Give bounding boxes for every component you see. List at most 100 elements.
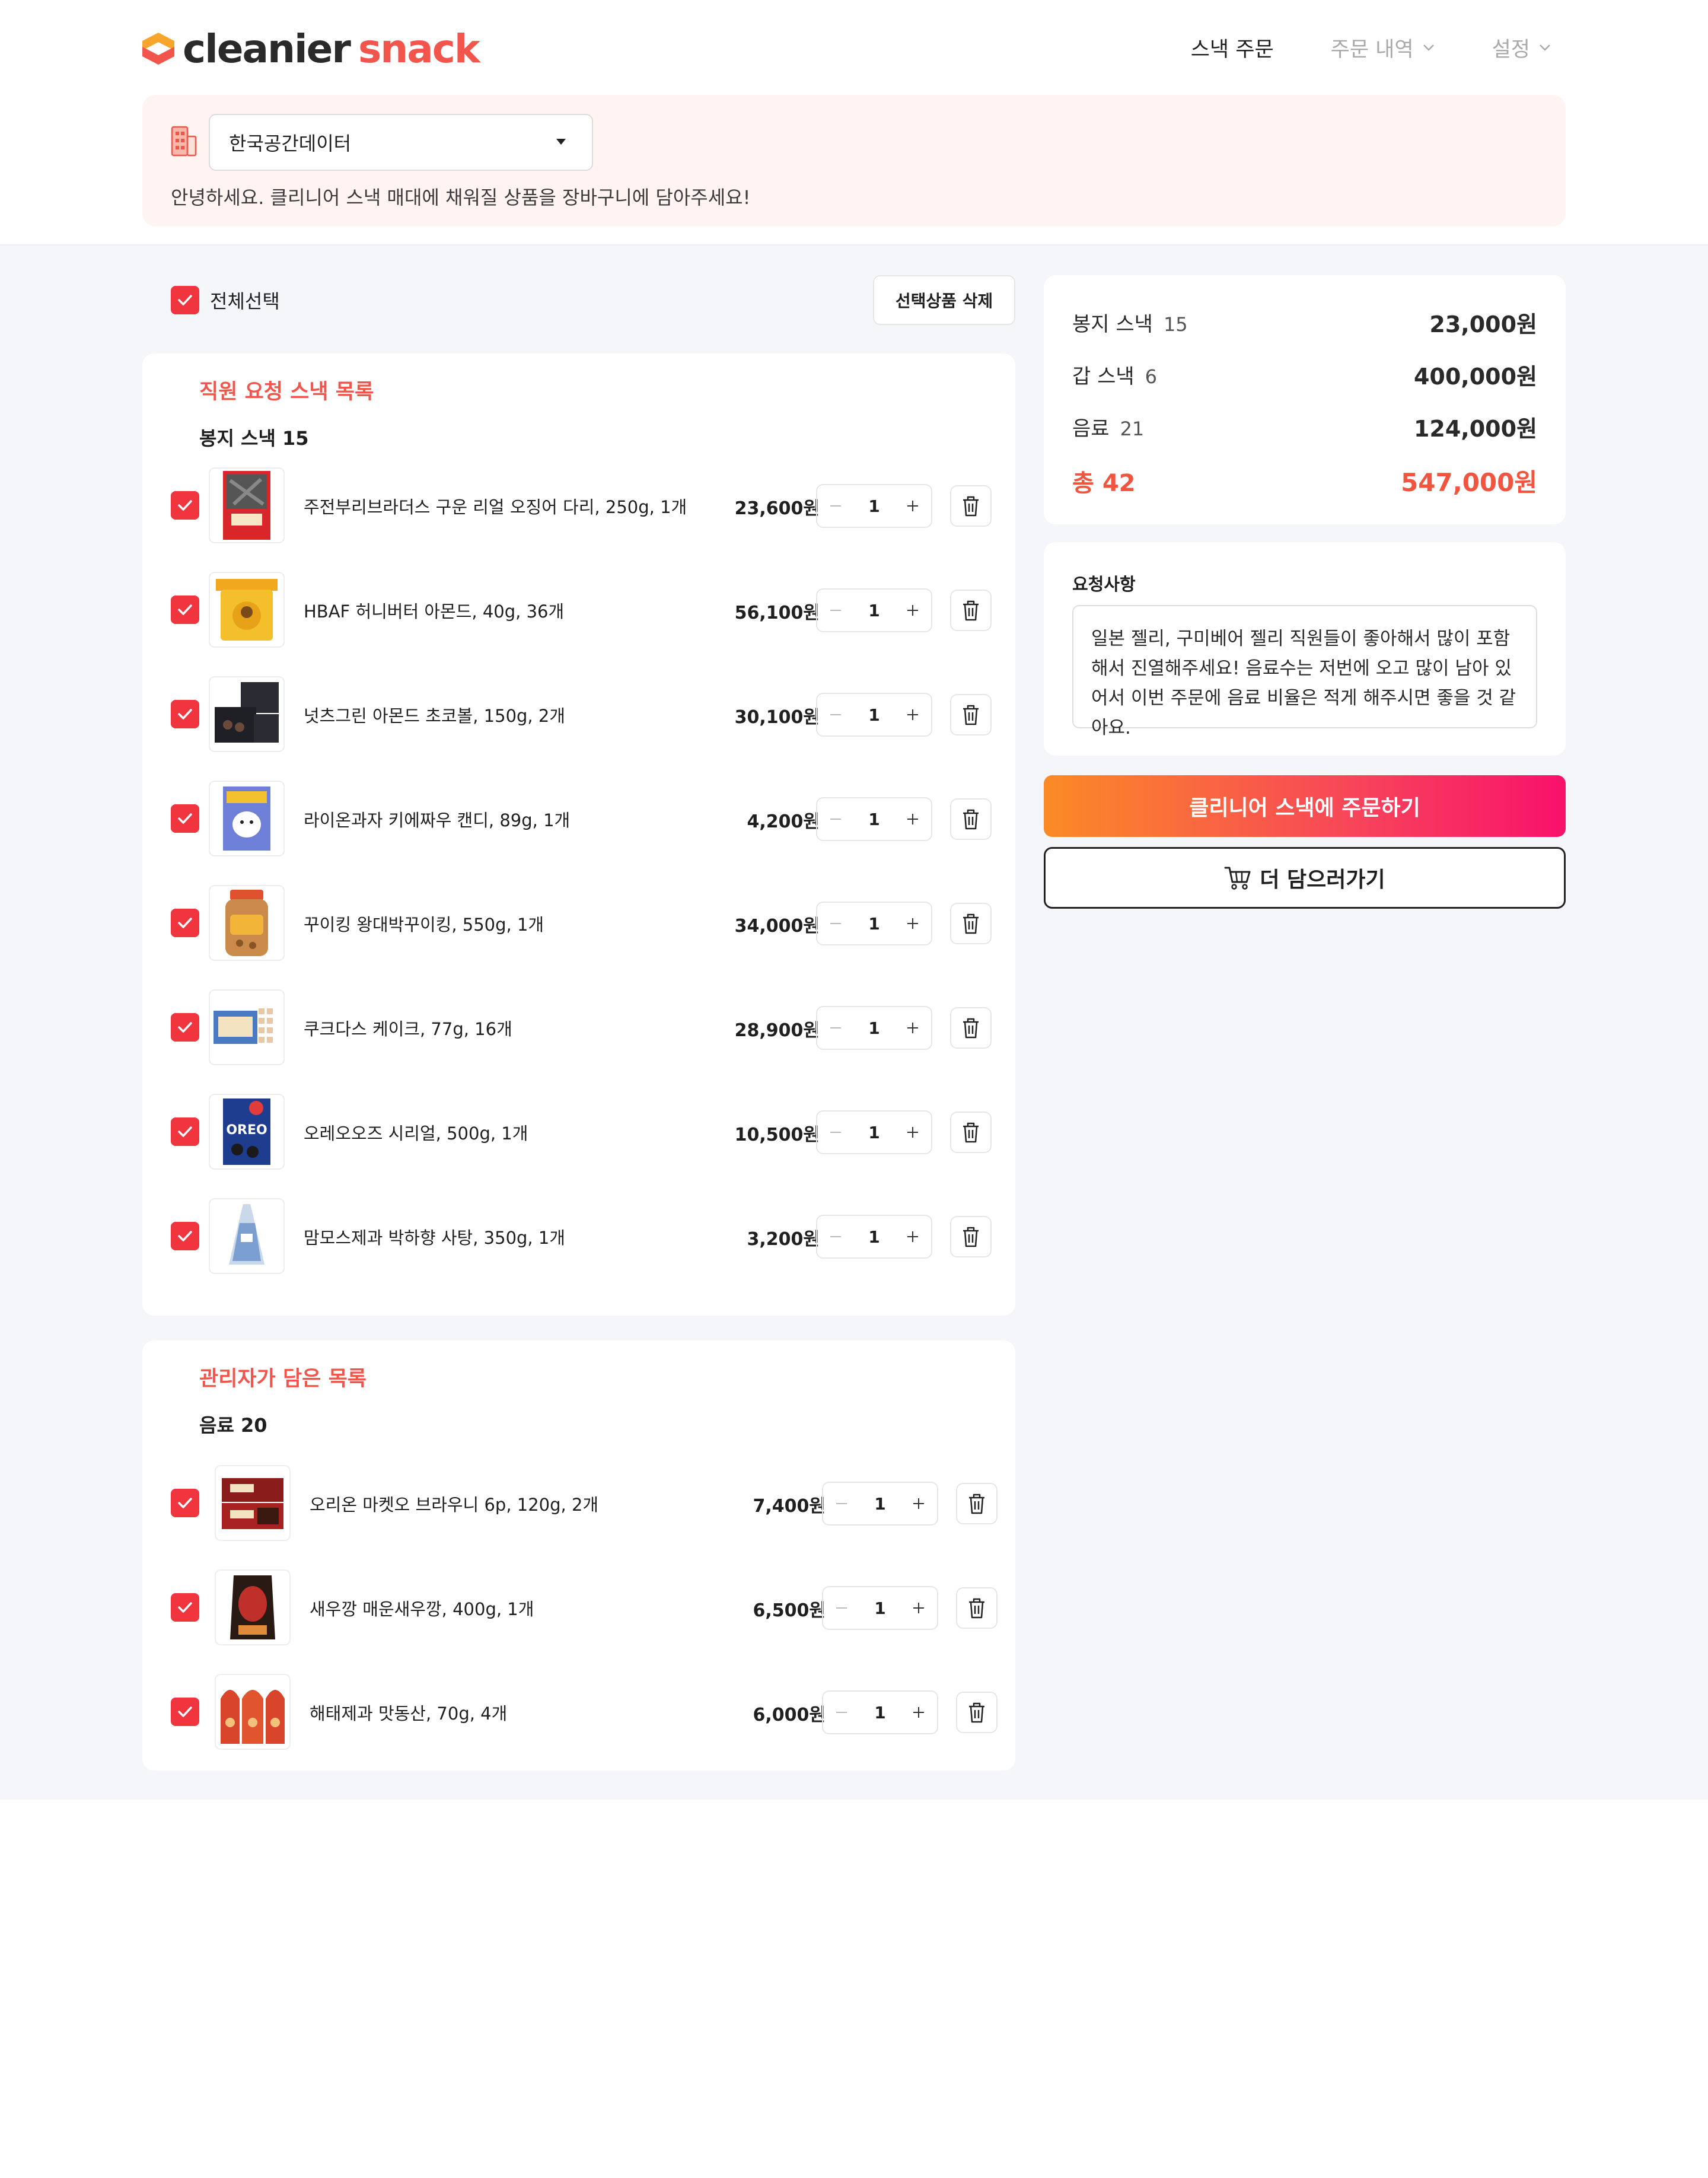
item-checkbox[interactable] — [171, 596, 199, 624]
increase-button[interactable] — [894, 1007, 931, 1049]
product-image: OREO — [209, 1094, 285, 1170]
decrease-button[interactable] — [817, 1216, 854, 1257]
increase-button[interactable] — [900, 1587, 937, 1629]
request-textarea[interactable]: 일본 젤리, 구미베어 젤리 직원들이 좋아해서 많이 포함해서 진열해주세요!… — [1072, 605, 1537, 738]
increase-button[interactable] — [894, 590, 931, 631]
increase-button[interactable] — [894, 694, 931, 735]
item-checkbox[interactable] — [171, 1013, 199, 1042]
category-label: 봉지 스낵 15 — [199, 427, 309, 450]
item-checkbox[interactable] — [171, 909, 199, 937]
delete-item-button[interactable] — [950, 694, 992, 735]
increase-button[interactable] — [894, 903, 931, 944]
decrease-button[interactable] — [817, 694, 854, 735]
checkbox-checked[interactable] — [171, 286, 199, 314]
continue-shopping-button[interactable]: 더 담으러가기 — [1044, 847, 1566, 909]
trash-icon — [963, 809, 979, 830]
delete-item-button[interactable] — [950, 1216, 992, 1257]
total-value: 547,000원 — [1401, 468, 1537, 497]
item-checkbox[interactable] — [171, 1698, 199, 1726]
summary-count: 21 — [1120, 418, 1145, 440]
logo[interactable]: cleanier snack — [140, 26, 480, 72]
svg-text:OREO: OREO — [226, 1123, 267, 1138]
increase-button[interactable] — [894, 1112, 931, 1153]
quantity-value[interactable]: 1 — [854, 914, 894, 934]
nav-settings-label: 설정 — [1492, 37, 1530, 62]
item-checkbox[interactable] — [171, 804, 199, 833]
minus-icon — [830, 1236, 841, 1237]
item-price: 10,500원 — [734, 1125, 820, 1145]
nav-settings[interactable]: 설정 — [1492, 33, 1551, 63]
delete-item-button[interactable] — [950, 1007, 992, 1049]
increase-button[interactable] — [894, 798, 931, 840]
item-checkbox[interactable] — [171, 491, 199, 520]
trash-icon — [963, 913, 979, 934]
decrease-button[interactable] — [817, 798, 854, 840]
quantity-value[interactable]: 1 — [854, 705, 894, 725]
quantity-value[interactable]: 1 — [854, 810, 894, 829]
plus-icon — [907, 1127, 918, 1138]
item-checkbox[interactable] — [171, 1489, 199, 1517]
decrease-button[interactable] — [817, 590, 854, 631]
order-summary: 봉지 스낵 15 23,000원 갑 스낵 6 400,000원 음료 21 124,… — [1044, 275, 1566, 524]
quantity-value[interactable]: 1 — [860, 1599, 900, 1618]
delete-item-button[interactable] — [950, 1112, 992, 1153]
item-checkbox[interactable] — [171, 700, 199, 728]
item-name: 쿠크다스 케이크, 77g, 16개 — [304, 1019, 512, 1039]
quantity-value[interactable]: 1 — [854, 496, 894, 516]
increase-button[interactable] — [900, 1483, 937, 1524]
category-label: 음료 20 — [199, 1414, 267, 1437]
item-name: 꾸이킹 왕대박꾸이킹, 550g, 1개 — [304, 915, 544, 935]
company-select[interactable]: 한국공간데이터 — [209, 114, 593, 171]
item-checkbox[interactable] — [171, 1117, 199, 1146]
quantity-stepper: 1 — [816, 797, 932, 841]
delete-item-button[interactable] — [956, 1483, 998, 1524]
item-checkbox[interactable] — [171, 1593, 199, 1622]
decrease-button[interactable] — [823, 1483, 860, 1524]
decrease-button[interactable] — [817, 485, 854, 527]
nav-order-history[interactable]: 주문 내역 — [1331, 33, 1435, 63]
quantity-stepper: 1 — [822, 1586, 938, 1630]
minus-icon — [830, 610, 841, 611]
select-all-checkbox[interactable]: 전체선택 — [171, 286, 280, 314]
request-panel: 요청사항 일본 젤리, 구미베어 젤리 직원들이 좋아해서 많이 포함해서 진열… — [1044, 542, 1566, 756]
minus-icon — [830, 1132, 841, 1133]
increase-button[interactable] — [894, 1216, 931, 1257]
decrease-button[interactable] — [817, 1007, 854, 1049]
quantity-value[interactable]: 1 — [854, 601, 894, 620]
quantity-value[interactable]: 1 — [854, 1227, 894, 1247]
decrease-button[interactable] — [823, 1692, 860, 1733]
cart-item: 쿠크다스 케이크, 77g, 16개 28,900원 1 — [171, 988, 995, 1066]
nav-snack-order[interactable]: 스낵 주문 — [1191, 33, 1274, 63]
chevron-down-icon — [1423, 44, 1434, 51]
trash-icon — [969, 1598, 984, 1619]
delete-item-button[interactable] — [956, 1587, 998, 1629]
item-name: 오레오오즈 시리얼, 500g, 1개 — [304, 1123, 528, 1144]
quantity-value[interactable]: 1 — [860, 1494, 900, 1514]
select-all-label: 전체선택 — [210, 290, 280, 313]
order-button[interactable]: 클리니어 스낵에 주문하기 — [1044, 775, 1566, 837]
delete-item-button[interactable] — [950, 590, 992, 631]
increase-button[interactable] — [894, 485, 931, 527]
item-checkbox[interactable] — [171, 1222, 199, 1250]
item-price: 6,500원 — [753, 1600, 826, 1621]
checkbox-check-icon — [178, 1706, 192, 1717]
increase-button[interactable] — [900, 1692, 937, 1733]
decrease-button[interactable] — [817, 903, 854, 944]
cart-item: 주전부리브라더스 구운 리얼 오징어 다리, 250g, 1개 23,600원 … — [171, 466, 995, 544]
quantity-stepper: 1 — [822, 1690, 938, 1734]
delete-selected-button[interactable]: 선택상품 삭제 — [873, 275, 1015, 325]
plus-icon — [907, 918, 918, 929]
quantity-value[interactable]: 1 — [860, 1703, 900, 1722]
quantity-value[interactable]: 1 — [854, 1123, 894, 1142]
total-count: 42 — [1102, 469, 1136, 497]
trash-icon — [963, 1227, 979, 1247]
delete-item-button[interactable] — [950, 798, 992, 840]
decrease-button[interactable] — [823, 1587, 860, 1629]
trash-icon — [963, 705, 979, 725]
delete-item-button[interactable] — [950, 903, 992, 944]
quantity-value[interactable]: 1 — [854, 1018, 894, 1038]
delete-item-button[interactable] — [950, 485, 992, 527]
delete-item-button[interactable] — [956, 1692, 998, 1733]
decrease-button[interactable] — [817, 1112, 854, 1153]
minus-icon — [830, 923, 841, 924]
